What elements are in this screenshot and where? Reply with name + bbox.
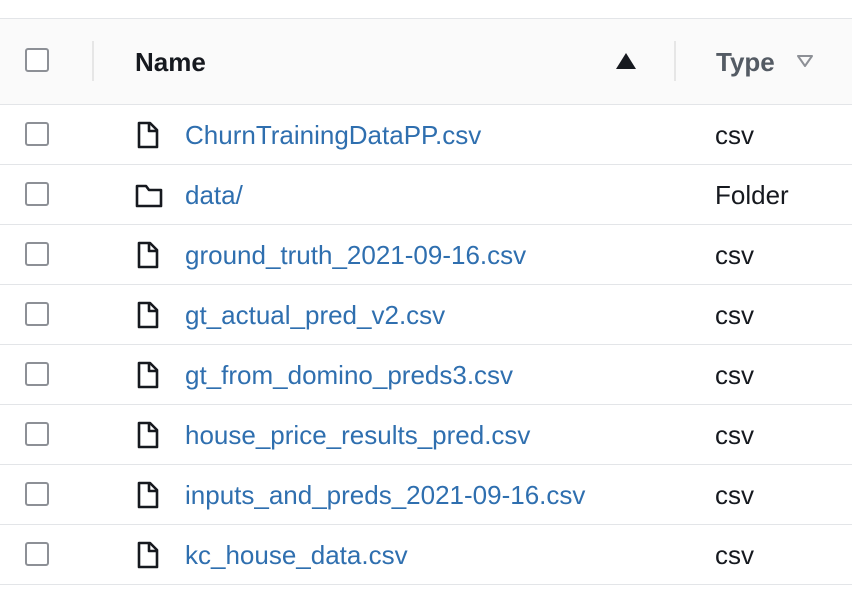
column-divider — [674, 41, 676, 81]
row-checkbox[interactable] — [25, 542, 49, 566]
select-all-checkbox[interactable] — [25, 48, 49, 72]
object-type: csv — [715, 300, 754, 330]
object-name-link[interactable]: ground_truth_2021-09-16.csv — [185, 239, 526, 271]
folder-icon — [135, 181, 163, 209]
sort-ascending-icon[interactable] — [616, 53, 636, 69]
table-row: kc_house_data.csv csv — [0, 525, 852, 585]
object-type: csv — [715, 420, 754, 450]
row-checkbox[interactable] — [25, 482, 49, 506]
table-row: house_price_results_pred.csv csv — [0, 405, 852, 465]
object-name-link[interactable]: kc_house_data.csv — [185, 539, 408, 571]
object-name-link[interactable]: data/ — [185, 179, 243, 211]
object-type: csv — [715, 240, 754, 270]
file-icon — [135, 121, 161, 149]
object-table: Name Type ChurnTrainingDataPP.csv csv data… — [0, 0, 852, 592]
object-type: csv — [715, 480, 754, 510]
file-icon — [135, 241, 161, 269]
row-checkbox[interactable] — [25, 122, 49, 146]
table-row: ChurnTrainingDataPP.csv csv — [0, 105, 852, 165]
table-row: data/Folder — [0, 165, 852, 225]
row-checkbox[interactable] — [25, 362, 49, 386]
row-checkbox[interactable] — [25, 182, 49, 206]
row-checkbox[interactable] — [25, 302, 49, 326]
file-icon — [135, 301, 161, 329]
object-type: csv — [715, 120, 754, 150]
object-name-link[interactable]: ChurnTrainingDataPP.csv — [185, 119, 481, 151]
row-checkbox[interactable] — [25, 422, 49, 446]
row-checkbox[interactable] — [25, 242, 49, 266]
object-type: csv — [715, 540, 754, 570]
table-row: gt_from_domino_preds3.csv csv — [0, 345, 852, 405]
file-icon — [135, 481, 161, 509]
file-icon — [135, 361, 161, 389]
table-row: inputs_and_preds_2021-09-16.csv csv — [0, 465, 852, 525]
column-header-name[interactable]: Name — [135, 46, 206, 78]
sort-descending-icon[interactable] — [796, 54, 814, 68]
table-header: Name Type — [0, 19, 852, 105]
object-type: Folder — [715, 180, 789, 210]
file-icon — [135, 421, 161, 449]
table-row: gt_actual_pred_v2.csv csv — [0, 285, 852, 345]
object-name-link[interactable]: house_price_results_pred.csv — [185, 419, 530, 451]
object-type: csv — [715, 360, 754, 390]
object-name-link[interactable]: gt_from_domino_preds3.csv — [185, 359, 513, 391]
table-top-edge — [0, 0, 852, 19]
object-name-link[interactable]: gt_actual_pred_v2.csv — [185, 299, 445, 331]
table-row: ground_truth_2021-09-16.csv csv — [0, 225, 852, 285]
file-icon — [135, 541, 161, 569]
object-name-link[interactable]: inputs_and_preds_2021-09-16.csv — [185, 479, 585, 511]
column-header-type[interactable]: Type — [716, 46, 775, 78]
column-divider — [92, 41, 94, 81]
